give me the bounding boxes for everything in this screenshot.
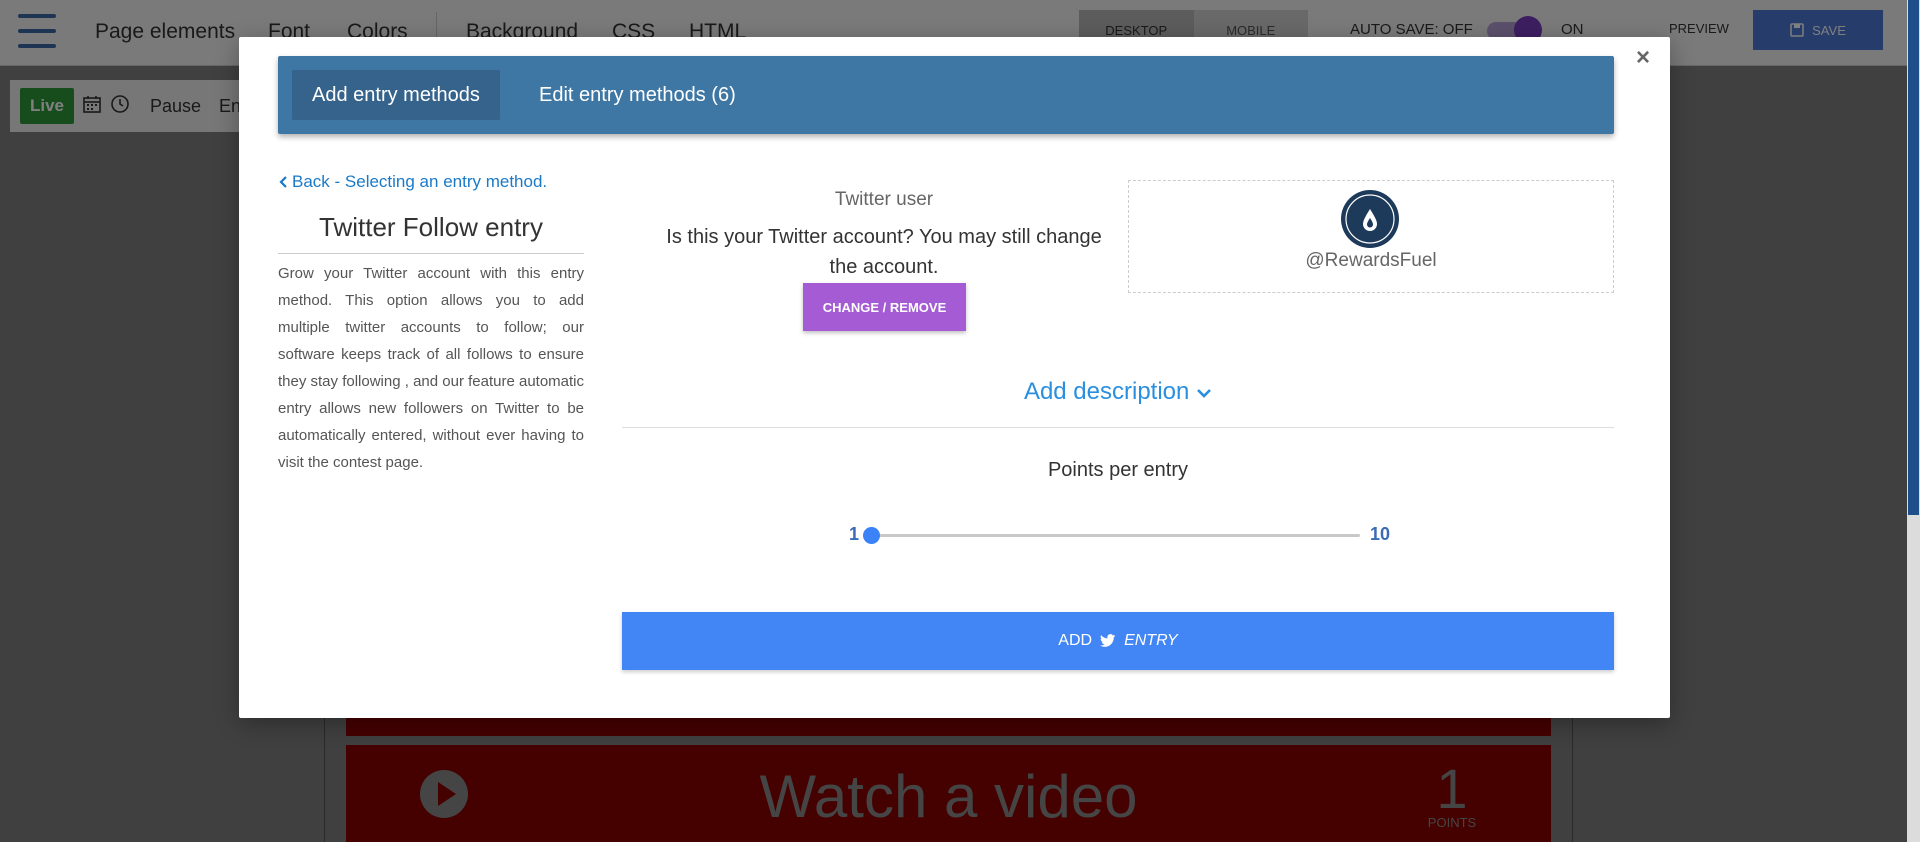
avatar <box>1341 190 1399 248</box>
twitter-handle: @RewardsFuel <box>1305 250 1437 271</box>
points-slider-track[interactable] <box>871 534 1360 537</box>
modal-tabs: Add entry methods Edit entry methods (6) <box>278 56 1614 134</box>
back-link[interactable]: Back - Selecting an entry method. <box>278 172 547 192</box>
slider-max-label: 10 <box>1370 524 1391 544</box>
back-link-label: Back - Selecting an entry method. <box>292 172 548 191</box>
add-description-label: Add description <box>1023 378 1190 405</box>
divider <box>622 427 1614 428</box>
chevron-left-icon <box>279 176 287 188</box>
entry-title: Twitter Follow entry <box>278 212 584 254</box>
close-icon[interactable]: × <box>1633 46 1653 70</box>
tab-edit-entry-methods[interactable]: Edit entry methods (6) <box>519 70 756 120</box>
twitter-icon <box>1100 634 1116 647</box>
add-entry-suffix: ENTRY <box>1124 632 1178 649</box>
points-per-entry-label: Points per entry <box>1047 459 1189 481</box>
page-scrollbar-thumb[interactable] <box>1908 0 1919 515</box>
add-entry-prefix: ADD <box>1058 632 1093 649</box>
entry-description: Grow your Twitter account with this entr… <box>278 265 585 471</box>
tab-add-entry-methods[interactable]: Add entry methods <box>292 70 500 120</box>
points-slider-handle[interactable] <box>863 527 880 544</box>
slider-min-label: 1 <box>848 524 859 544</box>
change-remove-button[interactable]: CHANGE / REMOVE <box>803 283 966 331</box>
twitter-account-question: Is this your Twitter account? You may st… <box>666 226 1102 278</box>
add-entry-button[interactable]: ADD ENTRY <box>622 612 1614 670</box>
add-description-toggle[interactable]: Add description <box>622 378 1614 406</box>
twitter-user-label: Twitter user <box>834 189 934 210</box>
chevron-down-icon <box>1197 389 1211 398</box>
